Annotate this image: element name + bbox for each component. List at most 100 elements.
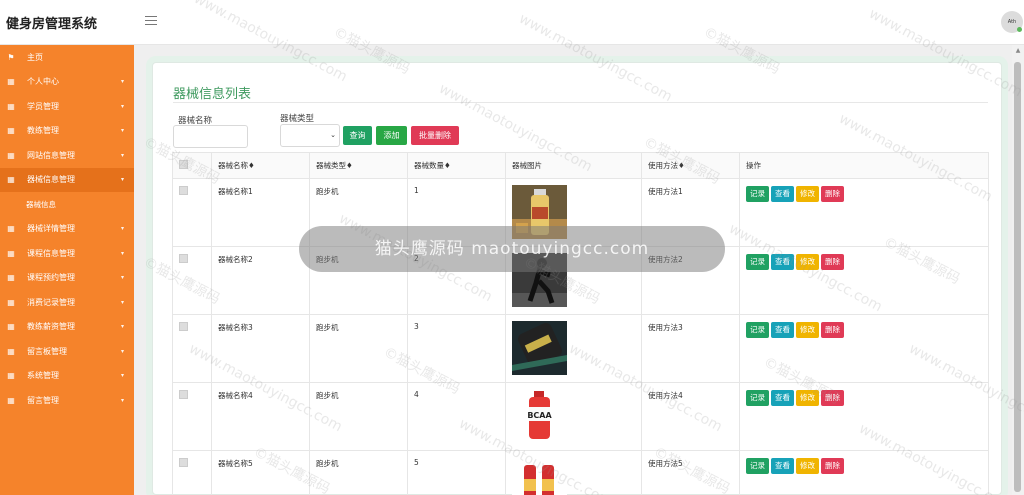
sidebar-item[interactable]: ▦ 网站信息管理 ▾ xyxy=(0,143,134,168)
sidebar-item-label: 教练管理 xyxy=(27,126,59,136)
type-filter-label: 器械类型 xyxy=(280,114,315,124)
view-button[interactable]: 查看 xyxy=(771,390,794,406)
sidebar-item[interactable]: ▦ 教练薪资管理 ▾ xyxy=(0,315,134,340)
view-button[interactable]: 查看 xyxy=(771,254,794,270)
select-all-checkbox[interactable] xyxy=(179,160,188,169)
chevron-down-icon: ▾ xyxy=(120,225,124,233)
type-filter-select[interactable]: ⌄ xyxy=(280,124,340,147)
row-select-cell xyxy=(172,450,212,495)
column-header-name[interactable]: 器械名称♦ xyxy=(211,152,310,179)
sidebar-item[interactable]: ▦ 课程预约管理 ▾ xyxy=(0,266,134,291)
sidebar-item[interactable]: ▦ 器械详情管理 ▾ xyxy=(0,217,134,242)
chevron-down-icon: ▾ xyxy=(120,372,124,380)
cell-actions: 记录 查看 修改 删除 xyxy=(739,450,989,495)
sidebar-item[interactable]: ▦ 系统管理 ▾ xyxy=(0,364,134,389)
column-header-actions: 操作 xyxy=(739,152,989,179)
sidebar-item-label: 系统管理 xyxy=(27,371,59,381)
cell-method: 使用方法1 xyxy=(641,178,740,247)
row-checkbox[interactable] xyxy=(179,322,188,331)
sidebar-item[interactable]: ▦ 留言板管理 ▾ xyxy=(0,339,134,364)
sidebar-item-label: 网站信息管理 xyxy=(27,150,75,160)
edit-button[interactable]: 修改 xyxy=(796,390,819,406)
cell-type: 跑步机 xyxy=(309,382,408,451)
edit-button[interactable]: 修改 xyxy=(796,322,819,338)
sidebar-item[interactable]: ▦ 消费记录管理 ▾ xyxy=(0,290,134,315)
sidebar-item-label: 留言管理 xyxy=(27,395,59,405)
top-header: 健身房管理系统 Ath xyxy=(0,0,1024,45)
grid-icon: ▦ xyxy=(7,248,15,258)
view-button[interactable]: 查看 xyxy=(771,186,794,202)
row-checkbox[interactable] xyxy=(179,186,188,195)
cell-name: 器械名称5 xyxy=(211,450,310,495)
query-button[interactable]: 查询 xyxy=(343,126,372,145)
delete-button[interactable]: 删除 xyxy=(821,322,844,338)
sidebar-item-label: 消费记录管理 xyxy=(27,297,75,307)
grid-icon: ▦ xyxy=(7,126,15,136)
delete-button[interactable]: 删除 xyxy=(821,390,844,406)
row-select-cell xyxy=(172,246,212,315)
cell-method: 使用方法4 xyxy=(641,382,740,451)
grid-icon: ▦ xyxy=(7,77,15,87)
title-divider xyxy=(173,102,988,103)
view-button[interactable]: 查看 xyxy=(771,322,794,338)
column-header-type[interactable]: 器械类型♦ xyxy=(309,152,408,179)
chevron-down-icon: ⌄ xyxy=(330,131,336,139)
chevron-down-icon: ▾ xyxy=(120,347,124,355)
scrollbar-thumb[interactable] xyxy=(1014,62,1021,492)
grid-icon: ▦ xyxy=(7,175,15,185)
cell-name: 器械名称4 xyxy=(211,382,310,451)
menu-toggle-icon[interactable] xyxy=(145,16,157,26)
flag-icon: ⚑ xyxy=(7,52,15,62)
equipment-image: BCAA xyxy=(512,389,635,443)
sidebar-item[interactable]: ▦ 课程信息管理 ▾ xyxy=(0,241,134,266)
scroll-up-arrow-icon[interactable]: ▲ xyxy=(1014,47,1022,55)
add-button[interactable]: 添加 xyxy=(376,126,407,145)
record-button[interactable]: 记录 xyxy=(746,322,769,338)
sidebar-item[interactable]: ▦ 个人中心 ▾ xyxy=(0,70,134,95)
table-row: 器械名称4 跑步机 4 BCAA 使用方法4 记录 查看 修改 删除 xyxy=(172,382,989,451)
delete-button[interactable]: 删除 xyxy=(821,254,844,270)
delete-button[interactable]: 删除 xyxy=(821,186,844,202)
name-filter-input[interactable] xyxy=(173,125,248,148)
row-checkbox[interactable] xyxy=(179,254,188,263)
edit-button[interactable]: 修改 xyxy=(796,254,819,270)
table-row: 器械名称5 跑步机 5 使用方法5 记录 查看 修改 删除 xyxy=(172,450,989,495)
cell-method: 使用方法3 xyxy=(641,314,740,383)
record-button[interactable]: 记录 xyxy=(746,390,769,406)
cell-method: 使用方法5 xyxy=(641,450,740,495)
record-button[interactable]: 记录 xyxy=(746,186,769,202)
chevron-down-icon: ▾ xyxy=(120,127,124,135)
sidebar-subitem[interactable]: 器械信息 xyxy=(0,192,134,217)
batch-delete-button[interactable]: 批量删除 xyxy=(411,126,459,145)
record-button[interactable]: 记录 xyxy=(746,254,769,270)
view-button[interactable]: 查看 xyxy=(771,458,794,474)
chevron-down-icon: ▾ xyxy=(120,151,124,159)
row-checkbox[interactable] xyxy=(179,458,188,467)
sidebar-item[interactable]: ▦ 学员管理 ▾ xyxy=(0,94,134,119)
cell-actions: 记录 查看 修改 删除 xyxy=(739,178,989,247)
cell-count: 3 xyxy=(407,314,506,383)
sidebar-item[interactable]: ▦ 教练管理 ▾ xyxy=(0,119,134,144)
sidebar-item-label: 课程预约管理 xyxy=(27,273,75,283)
grid-icon: ▦ xyxy=(7,395,15,405)
sidebar-item[interactable]: ▦ 留言管理 ▾ xyxy=(0,388,134,413)
delete-button[interactable]: 删除 xyxy=(821,458,844,474)
grid-icon: ▦ xyxy=(7,224,15,234)
column-header-count[interactable]: 器械数量♦ xyxy=(407,152,506,179)
cell-image xyxy=(505,246,642,315)
edit-button[interactable]: 修改 xyxy=(796,186,819,202)
row-checkbox[interactable] xyxy=(179,390,188,399)
cell-image xyxy=(505,178,642,247)
column-header-image: 器械图片 xyxy=(505,152,642,179)
row-select-cell xyxy=(172,382,212,451)
sidebar-item[interactable]: ⚑ 主页 xyxy=(0,45,134,70)
sidebar-item-label: 课程信息管理 xyxy=(27,248,75,258)
table-row: 器械名称1 跑步机 1 使用方法1 记录 查看 修改 删除 xyxy=(172,178,989,247)
cell-actions: 记录 查看 修改 删除 xyxy=(739,382,989,451)
equipment-list-card: 器械信息列表 器械名称 器械类型 ⌄ 查询 添加 批量删除 器械名称♦ 器械类型… xyxy=(152,62,1002,495)
sidebar-item[interactable]: ▦ 器械信息管理 ▾ xyxy=(0,167,134,192)
cell-count: 1 xyxy=(407,178,506,247)
record-button[interactable]: 记录 xyxy=(746,458,769,474)
edit-button[interactable]: 修改 xyxy=(796,458,819,474)
column-header-method[interactable]: 使用方法♦ xyxy=(641,152,740,179)
